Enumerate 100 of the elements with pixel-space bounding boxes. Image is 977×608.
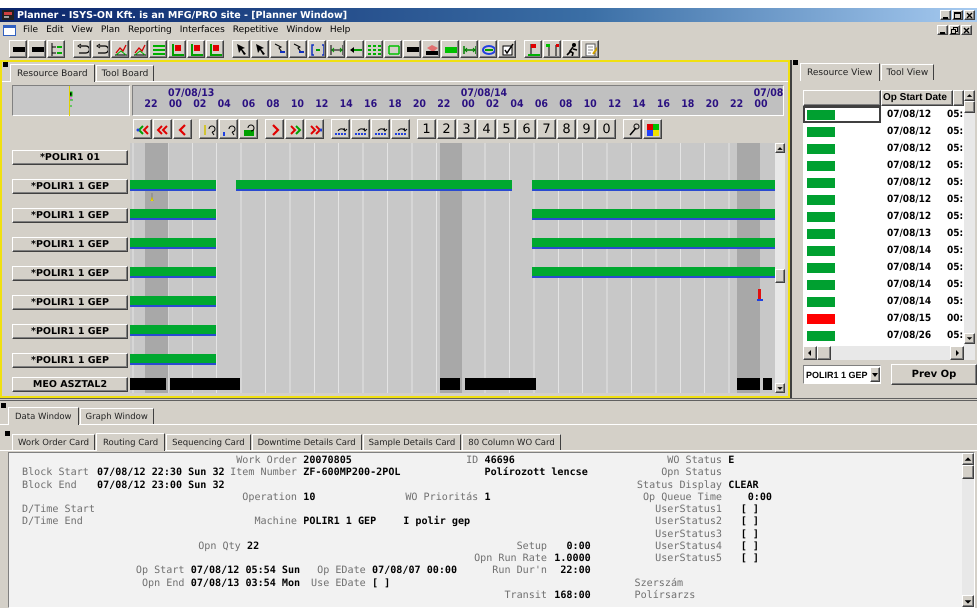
hour-label: 04 [509, 99, 525, 110]
field-value: 1.0000 [554, 553, 591, 566]
hour-label: 22 [143, 99, 159, 110]
field-label: Run Dur'n [492, 565, 547, 578]
number-button[interactable]: 3 [457, 119, 476, 139]
number-button[interactable]: 5 [497, 119, 516, 139]
resource-button[interactable]: *POLIR1 1 GEP [12, 208, 128, 223]
table-cell: 05: [947, 262, 964, 273]
hour-label: 20 [412, 99, 427, 110]
field-label: ID [466, 455, 478, 468]
number-button[interactable]: 4 [477, 119, 496, 139]
menu-item[interactable]: Help [326, 25, 354, 35]
number-button[interactable]: 6 [517, 119, 536, 139]
field-label: Op Start [136, 565, 184, 578]
field-value: 07/08/07 00:00 [372, 565, 458, 578]
table-cell-text: 07/08/26 [886, 330, 932, 341]
field-value: 10 [303, 492, 316, 504]
field-label: Work Order [236, 455, 297, 467]
field-value: 0:00 [748, 492, 772, 504]
field-label: Szerszám [634, 578, 684, 590]
resource-button[interactable]: MEO ASZTAL2 [12, 377, 128, 392]
hour-label: 22 [729, 99, 744, 110]
table-cell: 05: [947, 245, 964, 256]
resource-button[interactable]: *POLIR1 1 GEP [12, 237, 128, 252]
field-value: Polírozott lencse [484, 467, 588, 480]
field-label: Polírsarzs [634, 590, 696, 602]
field-value: 22:00 [560, 565, 591, 578]
menu-item[interactable]: View [68, 25, 97, 35]
table-cell: 05: [947, 126, 964, 137]
field-label: UserStatus2 [655, 516, 722, 528]
table-cell-text: 07/08/14 [886, 296, 932, 307]
field-label: Opn End [142, 578, 184, 590]
field-value: 0:00 [566, 540, 591, 553]
resource-button[interactable]: *POLIR1 1 GEP [12, 324, 128, 339]
field-value: 168:00 [554, 590, 591, 602]
tab[interactable]: Sequencing Card [166, 434, 251, 450]
prev-op-button[interactable]: Prev Op [891, 364, 977, 385]
number-button[interactable]: 8 [557, 119, 576, 139]
resource-button[interactable]: *POLIR1 01 [12, 150, 128, 165]
field-value: CLEAR [728, 480, 759, 492]
hour-label: 14 [338, 99, 354, 110]
number-button[interactable]: 9 [577, 119, 596, 139]
hour-label: 14 [631, 99, 647, 110]
hour-label: 06 [241, 99, 256, 110]
table-cell-text: 07/08/12 [886, 126, 932, 137]
date-label: 07/08/14 [460, 88, 508, 99]
hour-label: 08 [265, 99, 281, 110]
table-cell: 05: [947, 177, 964, 188]
tab[interactable]: Tool Board [96, 65, 154, 81]
field-value: 20070805 [303, 455, 352, 468]
hour-label: 00 [168, 99, 183, 110]
tab[interactable]: Data Window [8, 407, 79, 425]
table-cell-text: 07/08/13 [886, 228, 932, 239]
field-value: I polir gep [403, 516, 470, 528]
menu-item[interactable]: Plan [96, 25, 124, 35]
tab[interactable]: Routing Card [96, 433, 166, 451]
menu-item[interactable]: Reporting [124, 25, 176, 35]
table-cell-text: 07/08/12 [886, 160, 932, 171]
resource-button[interactable]: *POLIR1 1 GEP [12, 179, 128, 194]
tab[interactable]: Work Order Card [12, 434, 95, 450]
hour-label: 08 [558, 99, 574, 110]
field-value: [ ] [740, 553, 759, 566]
field-value: 07/08/13 03:54 Mon [190, 578, 300, 590]
menu-item[interactable]: Window [282, 25, 326, 35]
tab[interactable]: 80 Column WO Card [462, 434, 561, 450]
field-label: WO Prioritás [405, 492, 478, 504]
number-button[interactable]: 0 [597, 119, 616, 139]
menu-item[interactable]: Repetitive [228, 25, 282, 35]
table-cell: 05: [947, 194, 964, 205]
field-value: E [728, 455, 734, 468]
field-label: Use EDate [311, 578, 366, 590]
tab[interactable]: Graph Window [80, 408, 154, 424]
table-cell: 05: [947, 330, 964, 341]
hour-label: 10 [290, 99, 305, 110]
resource-button[interactable]: *POLIR1 1 GEP [12, 353, 128, 368]
hour-label: 22 [436, 99, 452, 110]
tab[interactable]: Sample Details Card [362, 434, 462, 450]
resource-button[interactable]: *POLIR1 1 GEP [12, 295, 128, 310]
menu-item[interactable]: Edit [42, 25, 68, 35]
tab[interactable]: Downtime Details Card [252, 434, 362, 450]
resource-button[interactable]: *POLIR1 1 GEP [12, 266, 128, 281]
tab[interactable]: Resource View [800, 63, 880, 81]
table-cell: 05: [947, 211, 964, 222]
table-cell-text: 07/08/14 [886, 279, 932, 290]
hour-label: 18 [387, 99, 403, 110]
tab[interactable]: Resource Board [10, 64, 95, 82]
tab[interactable]: Tool View [880, 64, 934, 80]
field-label: Op Queue Time [642, 492, 722, 504]
menu-item[interactable]: Interfaces [176, 25, 229, 35]
field-label: Machine [254, 516, 297, 528]
number-button[interactable]: 7 [537, 119, 556, 139]
menu-item[interactable]: File [19, 25, 42, 35]
resource-dropdown[interactable]: POLIR1 1 GEP [803, 365, 881, 384]
field-label: Block Start [22, 467, 89, 480]
table-cell: 05: [947, 228, 964, 239]
table-cell-text: 07/08/12 [886, 211, 932, 222]
hour-label: 16 [656, 99, 671, 110]
field-label: Operation [242, 492, 297, 504]
number-button[interactable]: 2 [437, 119, 456, 139]
number-button[interactable]: 1 [417, 119, 436, 139]
